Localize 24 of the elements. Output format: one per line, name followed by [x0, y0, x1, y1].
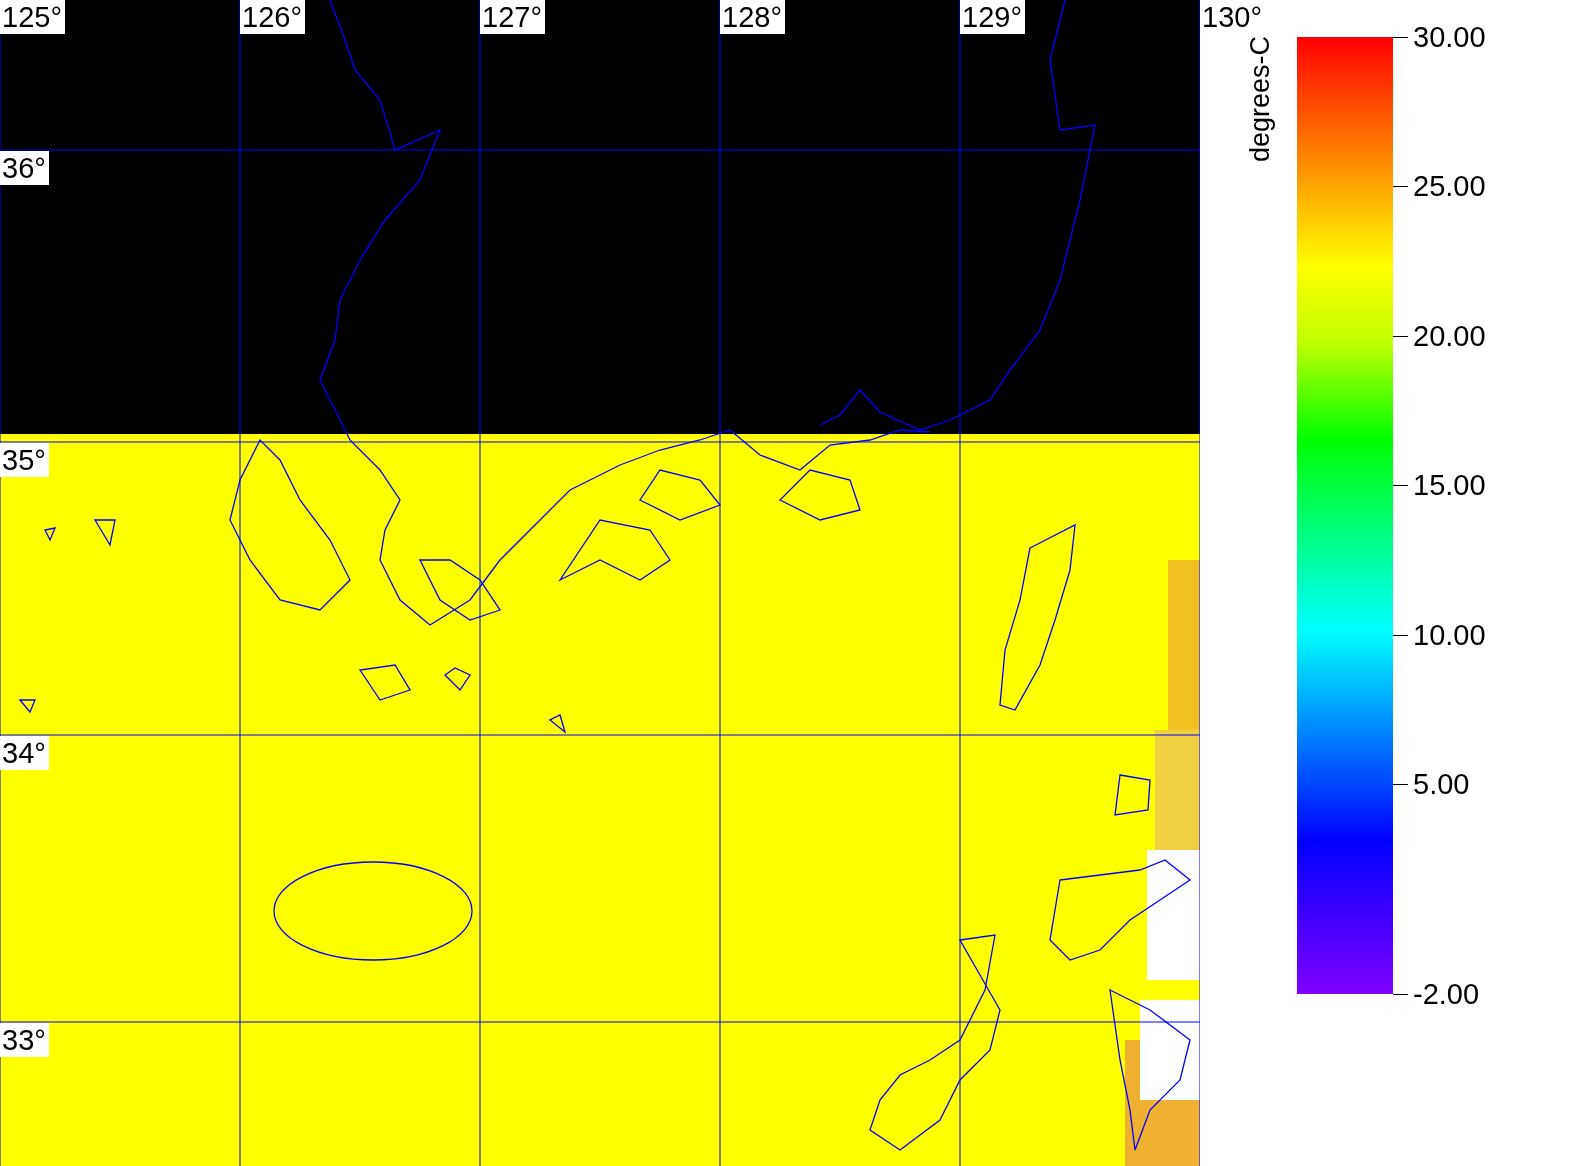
latitude-label: 35° — [0, 443, 49, 477]
longitude-label: 129° — [960, 0, 1025, 34]
colorbar-tick — [1393, 784, 1408, 785]
colorbar-tick — [1393, 186, 1408, 187]
colorbar-title: degrees-C — [1245, 36, 1276, 163]
colorbar-tick — [1393, 635, 1408, 636]
colorbar-tick — [1393, 994, 1408, 995]
longitude-label: 126° — [240, 0, 305, 34]
colorbar-tick-label: 25.00 — [1413, 169, 1486, 203]
latitude-label: 33° — [0, 1023, 49, 1057]
longitude-label: 127° — [480, 0, 545, 34]
colorbar-tick — [1393, 336, 1408, 337]
colorbar-tick — [1393, 485, 1408, 486]
longitude-label: 125° — [0, 0, 65, 34]
colorbar-tick-label: 30.00 — [1413, 20, 1486, 54]
colorbar-tick — [1393, 37, 1408, 38]
colorbar-tick-label: 5.00 — [1413, 767, 1470, 801]
colorbar-tick-label: 10.00 — [1413, 618, 1486, 652]
latitude-label: 34° — [0, 736, 49, 770]
latitude-label: 36° — [0, 151, 49, 185]
colorbar-tick-label: 15.00 — [1413, 468, 1486, 502]
colorbar-tick-label: -2.00 — [1413, 977, 1480, 1011]
colorbar-tick-label: 20.00 — [1413, 319, 1486, 353]
longitude-label: 128° — [720, 0, 785, 34]
